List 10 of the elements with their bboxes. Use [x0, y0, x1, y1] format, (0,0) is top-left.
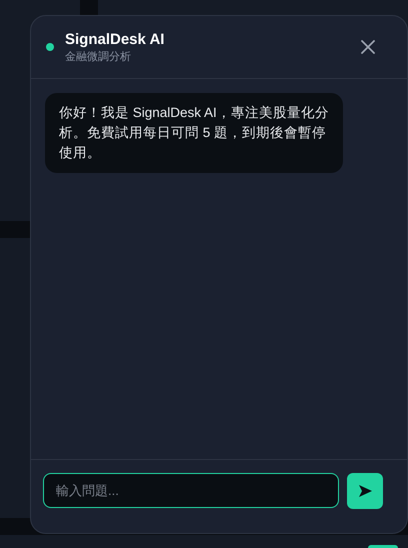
send-icon	[358, 484, 372, 496]
background-panel	[80, 0, 98, 16]
close-icon	[361, 40, 375, 54]
chat-title: SignalDesk AI	[65, 30, 166, 48]
message-bubble: 你好！我是 SignalDesk AI，專注美股量化分析。免費試用每日可問 5 題，到期後會暫停使用。	[45, 93, 343, 173]
chat-subtitle: 金融微調分析	[65, 50, 132, 64]
send-button[interactable]	[347, 472, 383, 508]
background-panel	[0, 221, 30, 238]
chat-launcher-button[interactable]	[368, 545, 398, 548]
message-input-field[interactable]: 輸入問題...	[43, 473, 339, 508]
